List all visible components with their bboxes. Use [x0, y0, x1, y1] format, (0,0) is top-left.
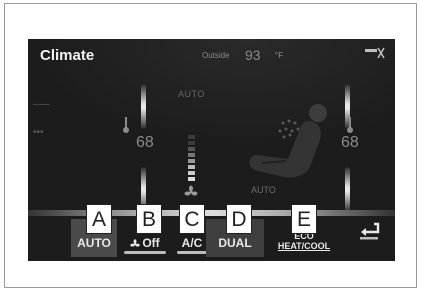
callout-d: D — [226, 204, 252, 234]
dual-button-label: DUAL — [218, 236, 252, 250]
fan-speed-indicator[interactable] — [188, 135, 195, 185]
passenger-temperature: 68 — [341, 134, 359, 151]
left-indicator-dots: ••• — [33, 127, 44, 138]
climate-screen: Climate Outside 93 °F ––– ••• AUTO 68 68 — [28, 39, 395, 261]
outside-label: Outside — [202, 51, 230, 60]
thermometer-icon — [347, 117, 353, 133]
callout-e: E — [291, 204, 317, 234]
page-title: Climate — [40, 47, 95, 64]
right-temp-bar-bottom[interactable] — [345, 167, 350, 212]
left-temp-bar-top[interactable] — [141, 84, 146, 129]
indicator-bar — [177, 251, 207, 254]
seat-icon[interactable] — [228, 101, 338, 193]
thermometer-icon — [123, 117, 129, 133]
outside-temperature: 93 — [245, 47, 261, 63]
heat-cool-label: HEAT/COOL — [277, 241, 331, 251]
signal-icon — [365, 47, 385, 59]
driver-temperature: 68 — [136, 134, 154, 151]
callout-a: A — [86, 204, 112, 234]
outside-temperature-unit: °F — [275, 51, 284, 60]
indicator-bar — [124, 251, 166, 254]
left-indicator: ––– — [33, 99, 50, 110]
divider — [28, 210, 395, 216]
back-arrow-icon[interactable] — [354, 215, 384, 243]
fan-icon — [130, 239, 140, 247]
auto-fan-label: AUTO — [178, 89, 205, 99]
fan-off-label: Off — [142, 236, 160, 250]
auto-button-label: AUTO — [77, 236, 111, 250]
auto-seat-label: AUTO — [251, 185, 276, 195]
fan-icon — [184, 185, 198, 196]
callout-b: B — [136, 204, 162, 234]
callout-c: C — [179, 204, 205, 234]
